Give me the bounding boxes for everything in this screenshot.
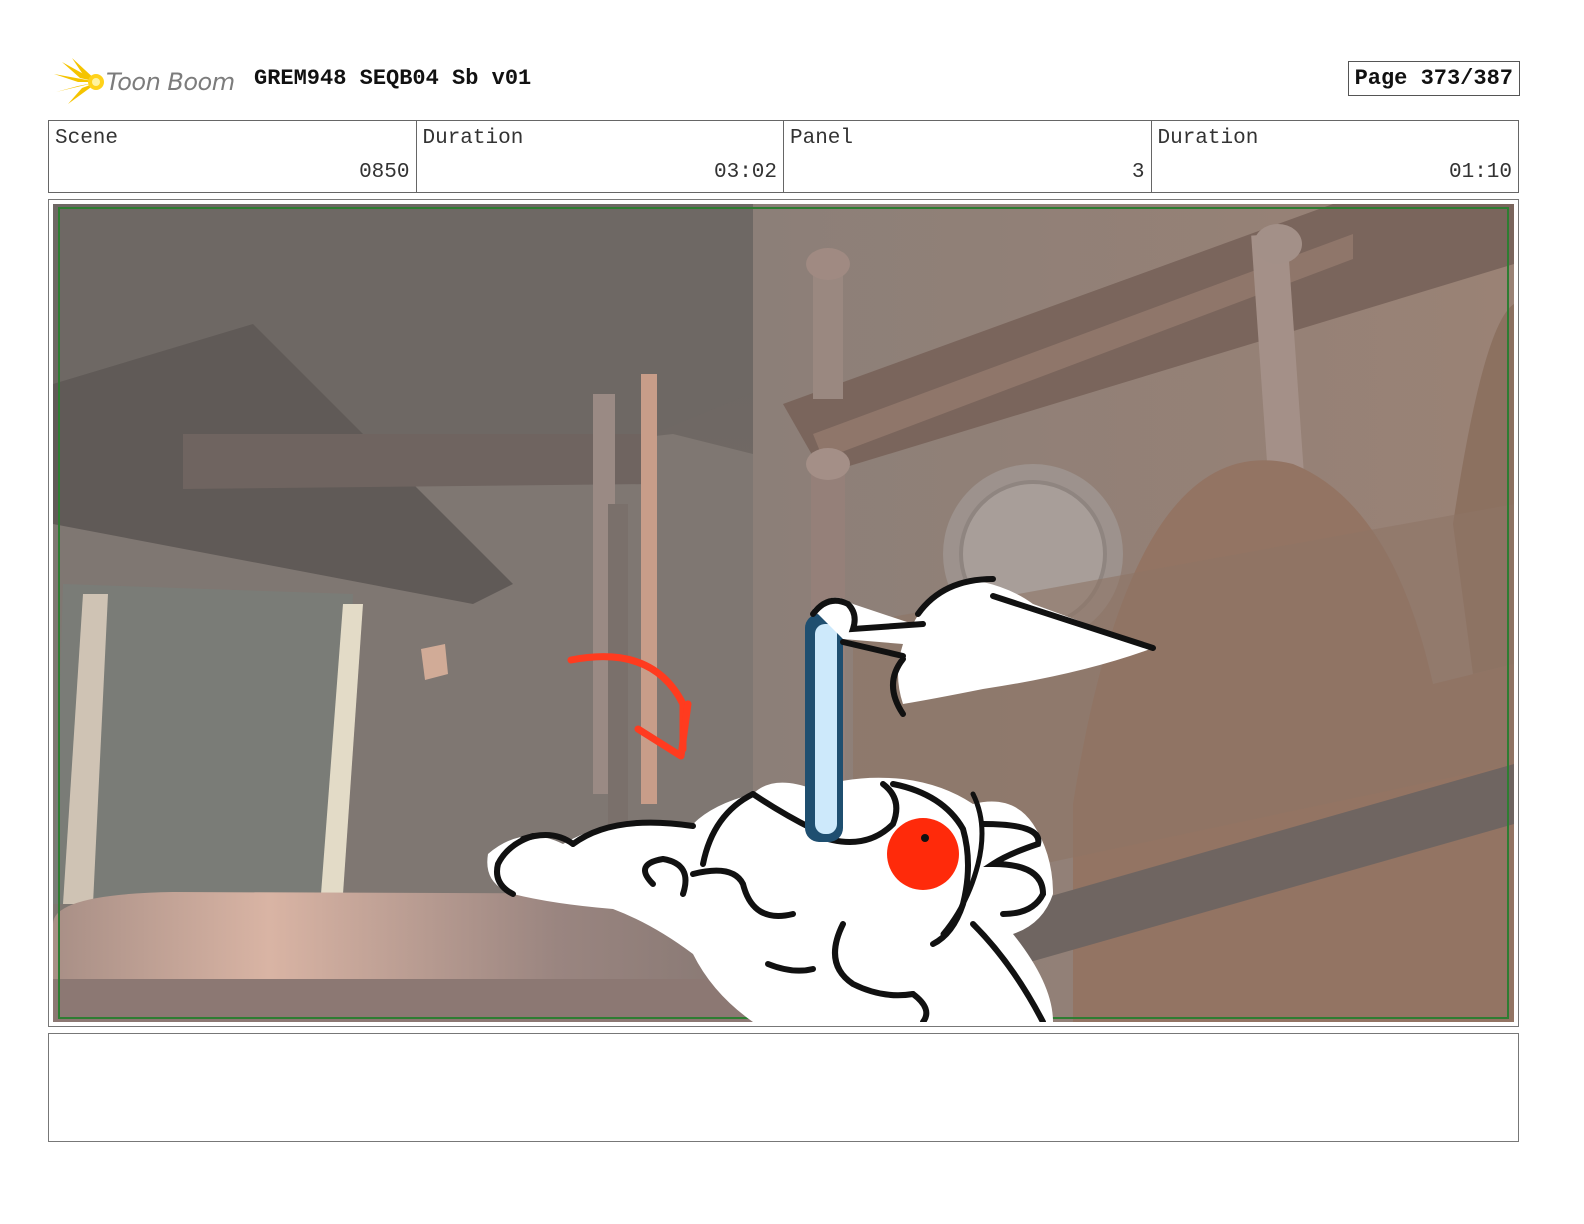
- panel-illustration: [53, 204, 1514, 1022]
- panel-value: 3: [1131, 161, 1145, 184]
- storyboard-panel-frame: [48, 199, 1519, 1027]
- document-title: GREM948 SEQB04 Sb v01: [254, 66, 532, 91]
- scene-duration-cell: Duration 03:02: [417, 121, 784, 192]
- panel-label: Panel: [790, 127, 854, 150]
- panel-duration-cell: Duration 01:10: [1152, 121, 1519, 192]
- storyboard-drawing: [53, 204, 1514, 1022]
- scene-cell: Scene 0850: [49, 121, 417, 192]
- page-header: Toon Boom GREM948 SEQB04 Sb v01 Page 373…: [48, 54, 1520, 108]
- starburst-icon: [54, 58, 104, 104]
- scene-value: 0850: [359, 161, 410, 184]
- toon-boom-logo: Toon Boom: [52, 58, 242, 106]
- panel-cell: Panel 3: [784, 121, 1152, 192]
- page-number: Page 373/387: [1347, 61, 1520, 96]
- panel-duration-value: 01:10: [1448, 161, 1512, 184]
- scene-duration-value: 03:02: [713, 161, 777, 184]
- logo-text: Toon Boom: [106, 68, 235, 96]
- scene-duration-label: Duration: [422, 127, 524, 150]
- scene-info-table: Scene 0850 Duration 03:02 Panel 3 Durati…: [48, 120, 1519, 193]
- panel-duration-label: Duration: [1157, 127, 1259, 150]
- panel-notes: [48, 1033, 1519, 1142]
- scene-label: Scene: [55, 127, 119, 150]
